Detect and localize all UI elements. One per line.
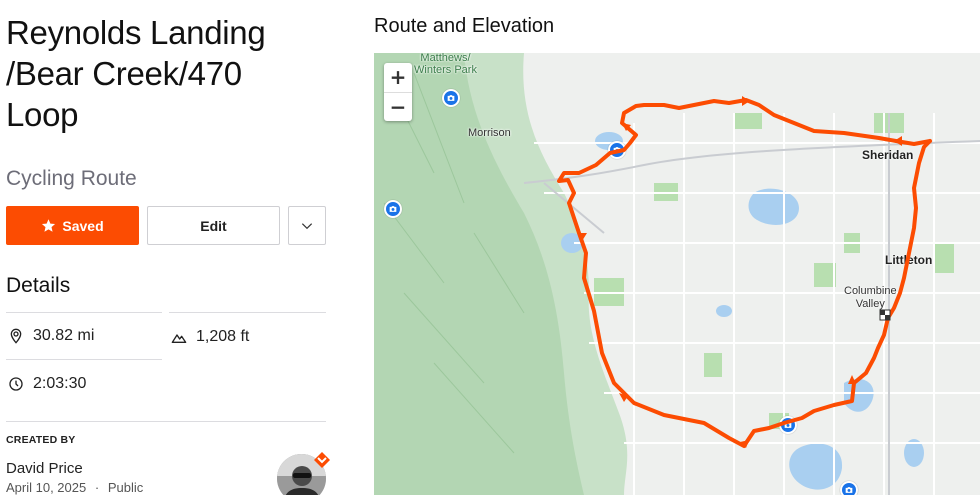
more-options-button[interactable] bbox=[288, 206, 326, 245]
route-info-panel: Reynolds Landing /Bear Creek/470 Loop Cy… bbox=[0, 0, 340, 495]
created-by-label: CREATED BY bbox=[6, 434, 76, 446]
elevation-stat: 1,208 ft bbox=[169, 312, 326, 360]
subscriber-badge-icon bbox=[314, 452, 330, 468]
saved-button[interactable]: Saved bbox=[6, 206, 139, 245]
route-type: Cycling Route bbox=[6, 167, 137, 190]
route-title: Reynolds Landing /Bear Creek/470 Loop bbox=[6, 14, 266, 133]
route-line bbox=[557, 96, 932, 448]
time-value: 2:03:30 bbox=[33, 375, 87, 392]
location-pin-icon bbox=[10, 328, 22, 344]
details-heading: Details bbox=[6, 274, 71, 297]
creator-name[interactable]: David Price bbox=[6, 460, 83, 477]
saved-button-label: Saved bbox=[62, 217, 104, 234]
created-date: April 10, 2025 bbox=[6, 480, 87, 495]
map-heading: Route and Elevation bbox=[374, 15, 555, 37]
meta-separator: · bbox=[94, 480, 100, 495]
star-icon bbox=[42, 219, 56, 232]
distance-value: 30.82 mi bbox=[33, 327, 95, 344]
route-map[interactable]: + − Matthews/ Winters Park Morrison Sher… bbox=[374, 53, 980, 495]
edit-button[interactable]: Edit bbox=[147, 206, 280, 245]
mountain-icon bbox=[171, 333, 187, 343]
chevron-down-icon bbox=[301, 222, 313, 229]
elevation-value: 1,208 ft bbox=[196, 327, 250, 345]
time-stat: 2:03:30 bbox=[6, 360, 162, 408]
creator-meta: April 10, 2025 · Public bbox=[6, 480, 143, 495]
clock-icon bbox=[9, 377, 23, 391]
divider bbox=[6, 421, 326, 422]
distance-stat: 30.82 mi bbox=[6, 312, 162, 360]
visibility-label: Public bbox=[107, 480, 144, 495]
